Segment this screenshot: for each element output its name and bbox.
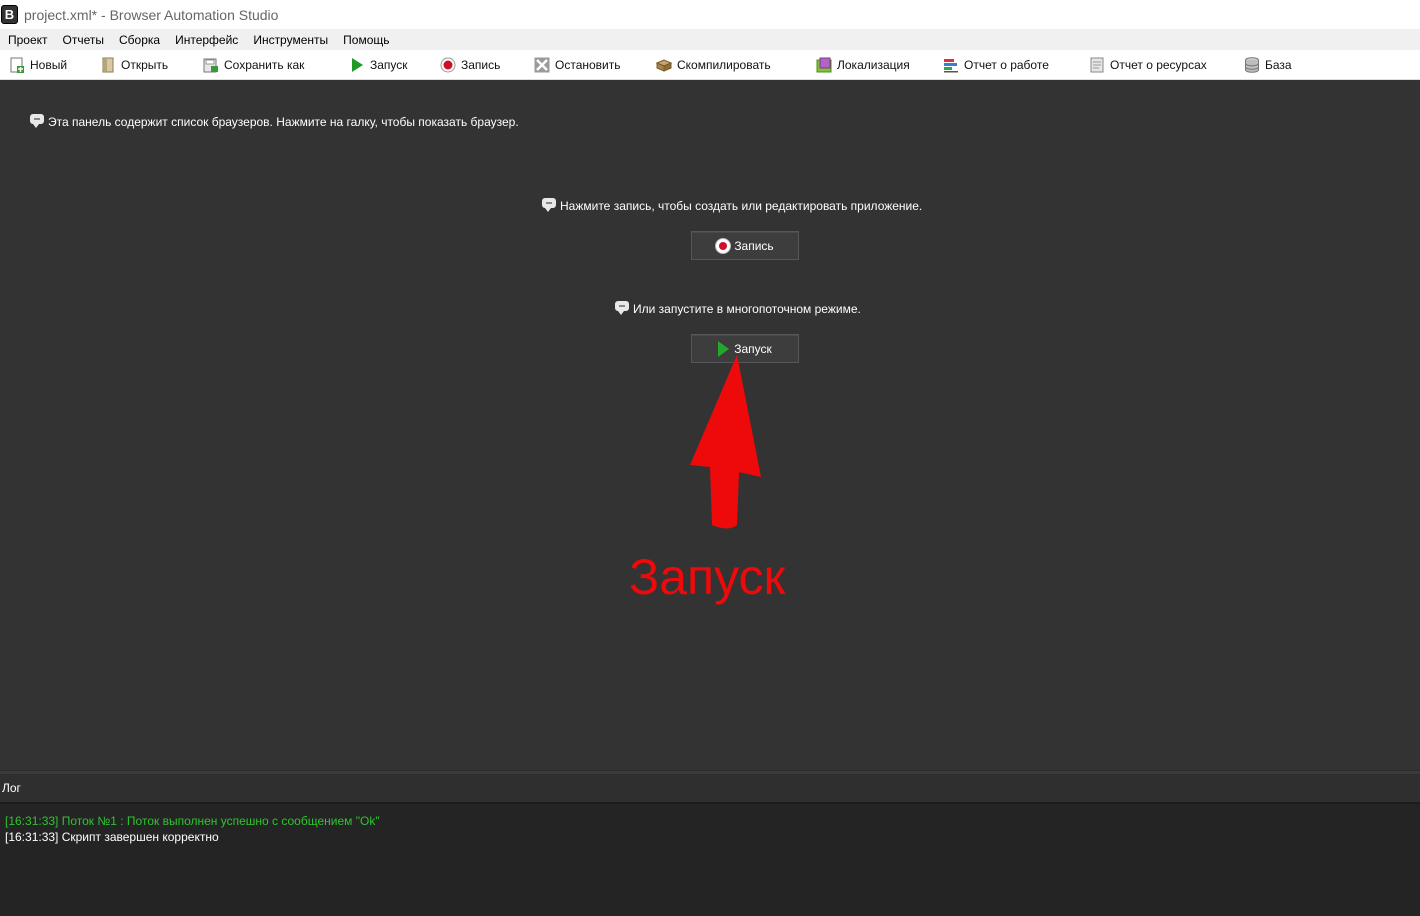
log-header: Лог xyxy=(0,774,1420,802)
localization-button-label: Локализация xyxy=(837,58,910,72)
stop-x-icon xyxy=(534,57,550,73)
menu-help[interactable]: Помощь xyxy=(335,33,396,47)
menu-reports[interactable]: Отчеты xyxy=(55,33,111,47)
database-icon xyxy=(1244,57,1260,73)
open-button-label: Открыть xyxy=(121,58,169,72)
run-toolbar-label: Запуск xyxy=(370,58,408,72)
open-button[interactable]: Открыть xyxy=(100,55,168,75)
stop-button[interactable]: Остановить xyxy=(534,55,621,75)
run-hint: Или запустите в многопоточном режиме. xyxy=(615,301,861,316)
title-bar: B project.xml* - Browser Automation Stud… xyxy=(0,0,1420,29)
record-icon xyxy=(716,238,731,253)
menu-project[interactable]: Проект xyxy=(0,33,55,47)
window-title: project.xml* - Browser Automation Studio xyxy=(24,6,279,23)
toolbar: Новый Открыть Сохранить как Запуск Запис… xyxy=(0,50,1420,80)
record-toolbar-button[interactable]: Запись xyxy=(440,55,500,75)
app-logo-icon: B xyxy=(1,5,18,24)
play-icon xyxy=(349,57,365,73)
log-line: [16:31:33] Поток №1 : Поток выполнен усп… xyxy=(5,814,380,828)
record-toolbar-label: Запись xyxy=(461,58,501,72)
work-report-label: Отчет о работе xyxy=(964,58,1049,72)
record-hint: Нажмите запись, чтобы создать или редакт… xyxy=(542,198,923,213)
record-button[interactable]: Запись xyxy=(691,231,799,260)
menu-build[interactable]: Сборка xyxy=(111,33,167,47)
record-icon xyxy=(440,57,456,73)
run-toolbar-button[interactable]: Запуск xyxy=(349,55,408,75)
compile-button[interactable]: Скомпилировать xyxy=(655,55,771,75)
menu-tools[interactable]: Инструменты xyxy=(245,33,335,47)
resources-report-button[interactable]: Отчет о ресурсах xyxy=(1089,55,1207,75)
log-line: [16:31:33] Скрипт завершен корректно xyxy=(5,830,219,844)
browsers-hint: Эта панель содержит список браузеров. На… xyxy=(30,114,519,129)
record-hint-text: Нажмите запись, чтобы создать или редакт… xyxy=(560,199,923,213)
run-hint-text: Или запустите в многопоточном режиме. xyxy=(633,302,861,316)
log-title: Лог xyxy=(2,781,21,795)
localization-icon xyxy=(816,57,832,73)
work-report-button[interactable]: Отчет о работе xyxy=(943,55,1049,75)
log-panel: [16:31:33] Поток №1 : Поток выполнен усп… xyxy=(0,802,1420,916)
annotation-label: Запуск xyxy=(629,549,786,605)
stop-button-label: Остановить xyxy=(555,58,621,72)
document-icon xyxy=(1089,57,1105,73)
browsers-hint-text: Эта панель содержит список браузеров. На… xyxy=(48,115,519,129)
menu-interface[interactable]: Интерфейс xyxy=(167,33,245,47)
package-icon xyxy=(655,57,673,73)
open-book-icon xyxy=(100,57,116,73)
localization-button[interactable]: Локализация xyxy=(816,55,910,75)
resources-report-label: Отчет о ресурсах xyxy=(1110,58,1207,72)
hint-bubble-icon xyxy=(615,301,629,315)
hint-bubble-icon xyxy=(542,198,556,212)
annotation-arrow-icon xyxy=(690,355,761,529)
save-icon xyxy=(203,57,219,73)
new-button[interactable]: Новый xyxy=(9,55,67,75)
new-file-icon xyxy=(9,57,25,73)
compile-button-label: Скомпилировать xyxy=(677,58,771,72)
database-button-label: База xyxy=(1265,58,1292,72)
hint-bubble-icon xyxy=(30,114,44,128)
menu-bar: Проект Отчеты Сборка Интерфейс Инструмен… xyxy=(0,29,1420,50)
save-as-button[interactable]: Сохранить как xyxy=(203,55,304,75)
save-as-button-label: Сохранить как xyxy=(224,58,305,72)
report-bars-icon xyxy=(943,57,959,73)
record-button-label: Запись xyxy=(734,238,774,253)
new-button-label: Новый xyxy=(30,58,68,72)
database-button[interactable]: База xyxy=(1244,55,1292,75)
